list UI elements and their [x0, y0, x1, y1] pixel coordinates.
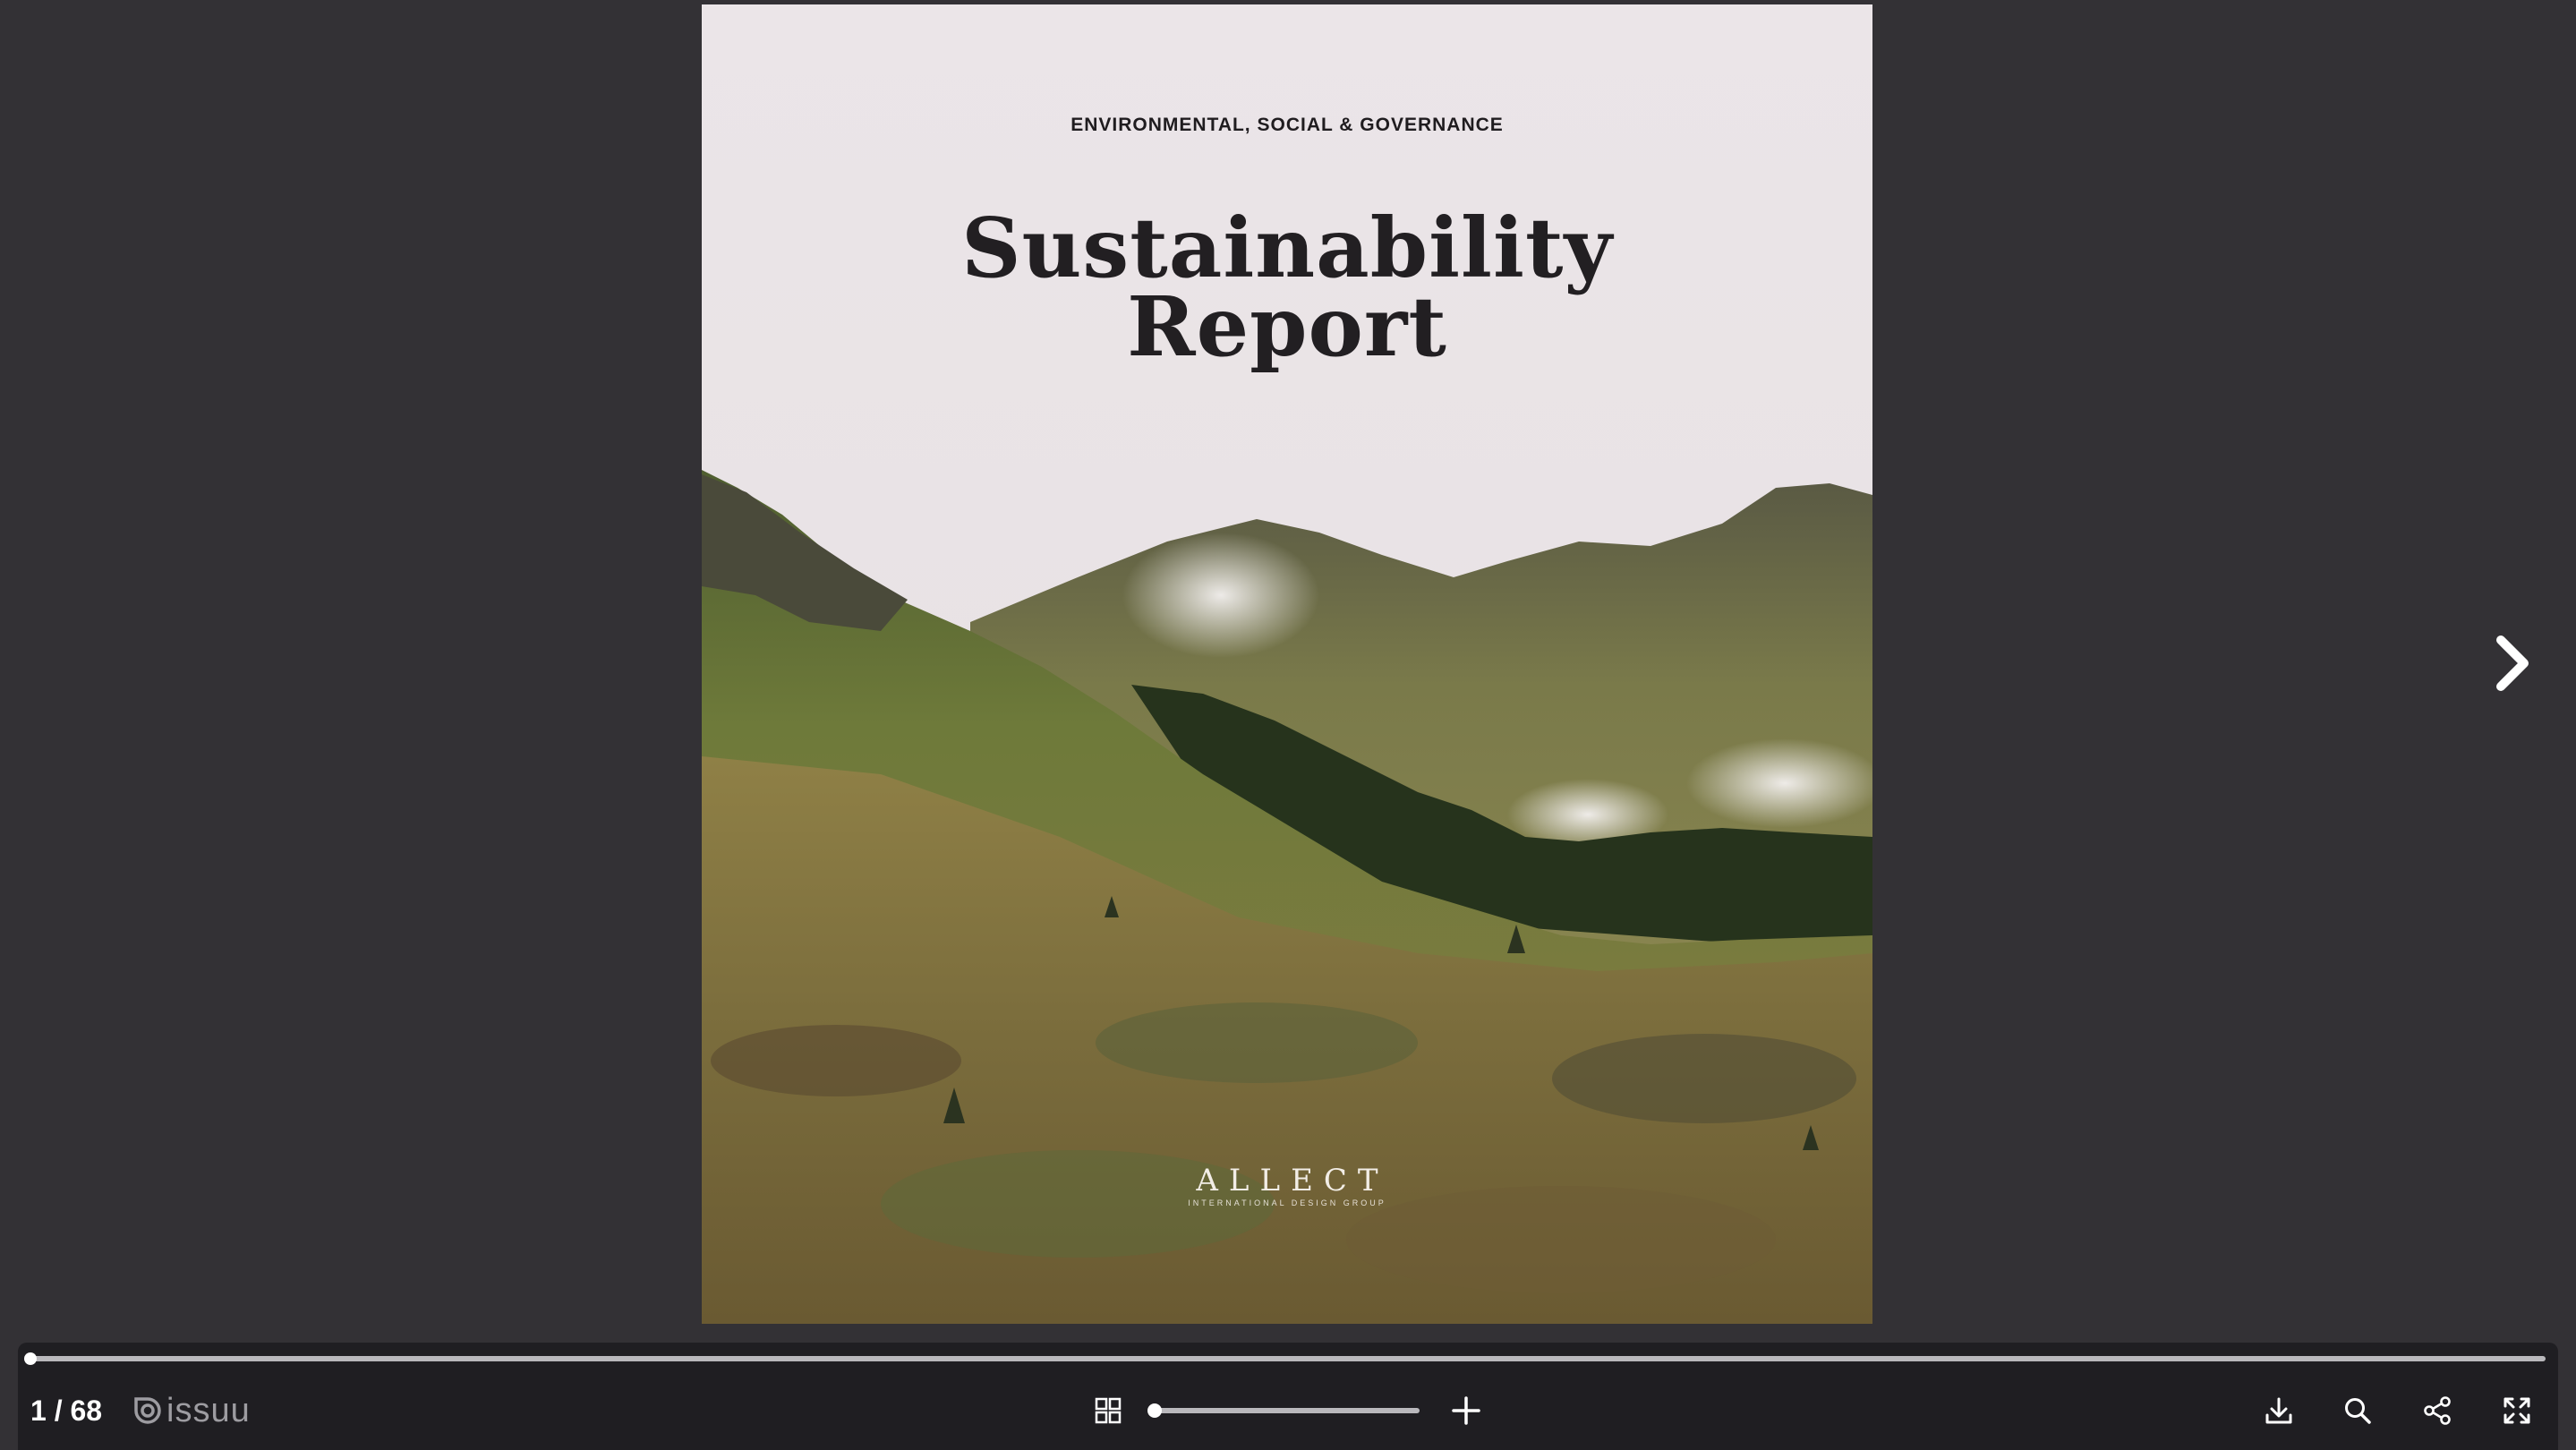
next-page-button[interactable] [2488, 631, 2538, 695]
progress-handle[interactable] [24, 1352, 37, 1365]
grid-view-button[interactable] [1087, 1389, 1130, 1432]
share-icon [2424, 1396, 2451, 1425]
cover-title-line2: Report [1127, 278, 1447, 375]
issuu-logo[interactable]: issuu [134, 1391, 251, 1430]
brand-name: ALLECT [1196, 1163, 1389, 1198]
search-button[interactable] [2336, 1389, 2379, 1432]
chevron-right-icon [2496, 635, 2529, 691]
page-counter: 1 / 68 [30, 1395, 103, 1427]
fullscreen-icon [2503, 1397, 2530, 1424]
cover-page: ENVIRONMENTAL, SOCIAL & GOVERNANCE Susta… [702, 4, 1872, 1324]
brand-tagline: INTERNATIONAL DESIGN GROUP [1188, 1198, 1386, 1207]
issuu-logo-text: issuu [166, 1392, 251, 1429]
document-viewer: ENVIRONMENTAL, SOCIAL & GOVERNANCE Susta… [0, 0, 2576, 1450]
download-icon [2265, 1397, 2292, 1424]
share-button[interactable] [2416, 1389, 2459, 1432]
zoom-slider[interactable] [1147, 1403, 1420, 1418]
cover-title-line1: Sustainability [961, 200, 1613, 296]
fullscreen-button[interactable] [2495, 1389, 2538, 1432]
zoom-slider-handle[interactable] [1147, 1403, 1162, 1418]
brand-logo: ALLECT INTERNATIONAL DESIGN GROUP [702, 1164, 1872, 1209]
zoom-in-button[interactable] [1445, 1389, 1488, 1432]
cover-kicker: ENVIRONMENTAL, SOCIAL & GOVERNANCE [1070, 115, 1504, 135]
grid-view-icon [1095, 1397, 1122, 1424]
search-icon [2345, 1398, 2371, 1424]
cover-title: Sustainability Report [702, 200, 1872, 375]
download-button[interactable] [2257, 1389, 2300, 1432]
plus-icon [1452, 1396, 1480, 1425]
issuu-logo-icon [134, 1397, 161, 1424]
page-progress-bar[interactable] [24, 1352, 2546, 1365]
viewer-toolbar: 1 / 68 issuu [18, 1343, 2558, 1450]
